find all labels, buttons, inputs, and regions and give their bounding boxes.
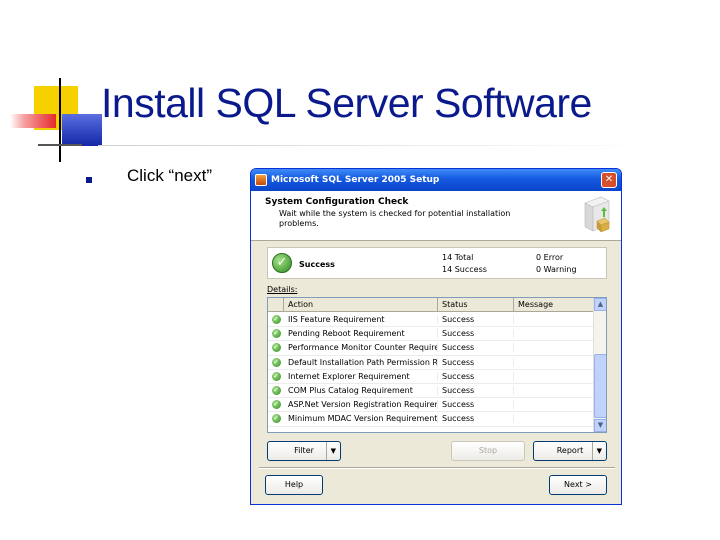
decor-red-bar (10, 114, 56, 128)
row-status: Success (438, 329, 514, 339)
grid-rows: ✓ IIS Feature Requirement Success ✓ Pend… (268, 313, 594, 427)
window-titlebar[interactable]: Microsoft SQL Server 2005 Setup ✕ (251, 169, 621, 191)
row-cell-icon: ✓ (268, 386, 284, 396)
row-cell-icon: ✓ (268, 357, 284, 367)
row-cell-icon: ✓ (268, 400, 284, 410)
table-row[interactable]: ✓ Internet Explorer Requirement Success (268, 370, 594, 384)
column-header-icon[interactable] (268, 298, 284, 311)
decor-horizontal-line (38, 144, 82, 146)
window-app-icon (255, 174, 267, 186)
header-subtitle: Wait while the system is checked for pot… (279, 209, 511, 228)
column-header-action[interactable]: Action (284, 298, 438, 311)
column-header-message[interactable]: Message (514, 298, 594, 311)
wizard-header: System Configuration Check Wait while th… (251, 191, 621, 241)
success-check-icon: ✓ (271, 357, 281, 367)
report-button[interactable]: Report ▼ (533, 441, 607, 461)
column-header-status[interactable]: Status (438, 298, 514, 311)
row-action: Minimum MDAC Version Requirement (284, 414, 438, 424)
row-status: Success (438, 315, 514, 325)
success-check-icon: ✓ (271, 414, 281, 424)
setup-window: Microsoft SQL Server 2005 Setup ✕ System… (250, 168, 622, 505)
report-button-label: Report (556, 446, 584, 455)
table-row[interactable]: ✓ Minimum MDAC Version Requirement Succe… (268, 412, 594, 427)
row-action: IIS Feature Requirement (284, 315, 438, 325)
filter-button[interactable]: Filter ▼ (267, 441, 341, 461)
grid-header: Action Status Message (268, 298, 594, 312)
bullet-marker (86, 177, 92, 183)
decor-blue-square (62, 114, 102, 146)
row-cell-icon: ✓ (268, 343, 284, 353)
slide-title: Install SQL Server Software (101, 80, 592, 126)
header-title: System Configuration Check (265, 197, 409, 207)
success-check-icon: ✓ (271, 400, 281, 410)
help-button[interactable]: Help (265, 475, 323, 495)
success-check-icon: ✓ (272, 253, 292, 273)
decor-vertical-line (59, 78, 61, 162)
summary-panel: ✓ Success 14 Total 14 Success 0 Error 0 … (267, 247, 607, 279)
summary-error: 0 Error (536, 253, 564, 262)
row-action: COM Plus Catalog Requirement (284, 386, 438, 396)
table-row[interactable]: ✓ COM Plus Catalog Requirement Success (268, 384, 594, 399)
scroll-up-icon[interactable]: ▲ (594, 298, 606, 311)
stop-button[interactable]: Stop (451, 441, 525, 461)
table-row[interactable]: ✓ Pending Reboot Requirement Success (268, 327, 594, 342)
row-status: Success (438, 357, 514, 367)
vertical-scrollbar[interactable]: ▲ ▼ (593, 298, 606, 432)
scroll-thumb[interactable] (594, 354, 606, 418)
summary-warning: 0 Warning (536, 265, 577, 274)
row-cell-icon: ✓ (268, 315, 284, 325)
row-status: Success (438, 414, 514, 424)
row-action: Performance Monitor Counter Requireme... (284, 343, 438, 353)
row-status: Success (438, 400, 514, 410)
row-action: Default Installation Path Permission Re.… (284, 357, 438, 367)
footer-separator (259, 467, 615, 469)
scroll-down-icon[interactable]: ▼ (594, 419, 606, 432)
bullet-text: Click “next” (127, 166, 213, 185)
details-label: Details: (267, 285, 298, 294)
row-action: ASP.Net Version Registration Requireme..… (284, 400, 438, 410)
window-title: Microsoft SQL Server 2005 Setup (271, 175, 440, 185)
close-icon[interactable]: ✕ (601, 172, 617, 188)
row-cell-icon: ✓ (268, 414, 284, 424)
success-check-icon: ✓ (271, 315, 281, 325)
table-row[interactable]: ✓ ASP.Net Version Registration Requireme… (268, 398, 594, 413)
success-check-icon: ✓ (271, 329, 281, 339)
row-status: Success (438, 371, 514, 381)
table-row[interactable]: ✓ Default Installation Path Permission R… (268, 356, 594, 370)
row-cell-icon: ✓ (268, 329, 284, 339)
success-check-icon: ✓ (271, 371, 281, 381)
title-underline (98, 145, 658, 146)
success-check-icon: ✓ (271, 386, 281, 396)
summary-total: 14 Total (442, 253, 474, 262)
table-row[interactable]: ✓ IIS Feature Requirement Success (268, 313, 594, 328)
summary-status: Success (299, 260, 335, 269)
next-button[interactable]: Next > (549, 475, 607, 495)
table-row[interactable]: ✓ Performance Monitor Counter Requireme.… (268, 341, 594, 356)
summary-success: 14 Success (442, 265, 487, 274)
row-status: Success (438, 343, 514, 353)
row-action: Internet Explorer Requirement (284, 371, 438, 381)
server-box-icon (584, 196, 610, 233)
row-action: Pending Reboot Requirement (284, 329, 438, 339)
dropdown-arrow-icon: ▼ (325, 442, 336, 460)
dropdown-arrow-icon: ▼ (591, 442, 602, 460)
details-grid[interactable]: Action Status Message ✓ IIS Feature Requ… (267, 297, 607, 433)
success-check-icon: ✓ (271, 343, 281, 353)
row-status: Success (438, 386, 514, 396)
filter-button-label: Filter (294, 446, 314, 455)
row-cell-icon: ✓ (268, 371, 284, 381)
